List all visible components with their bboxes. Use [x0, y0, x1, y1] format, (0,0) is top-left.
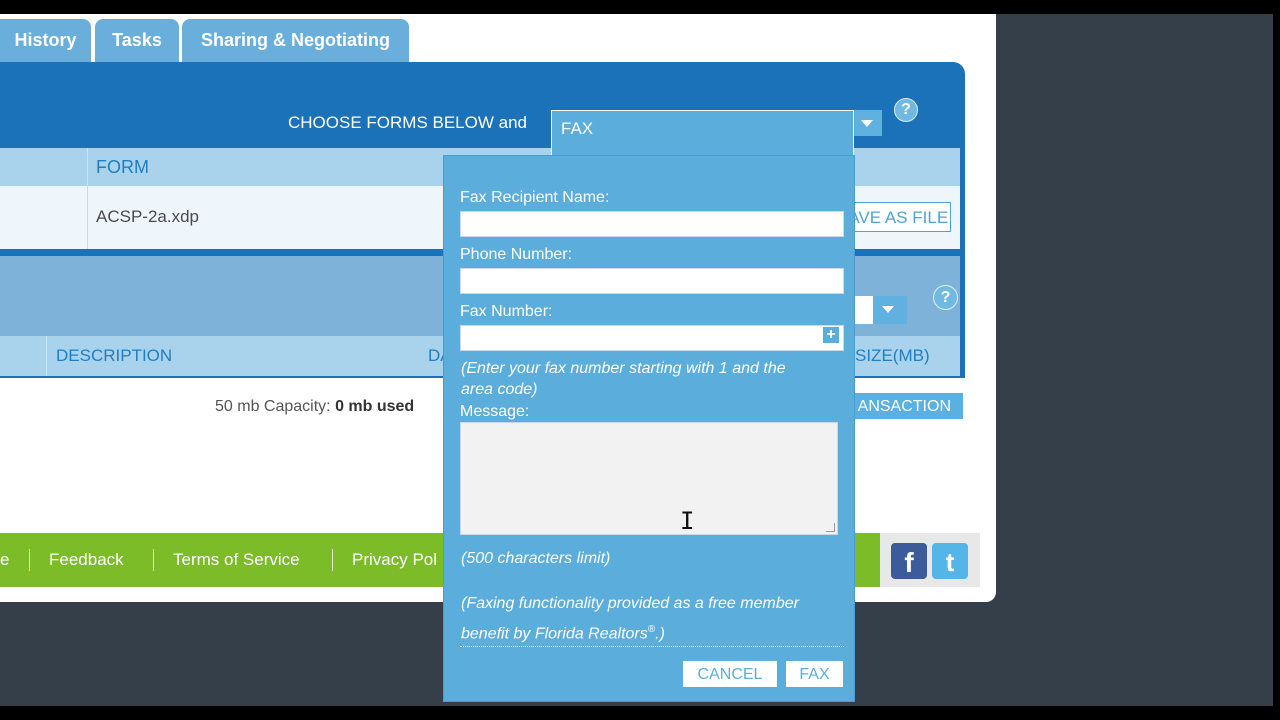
capacity-indicator: 50 mb Capacity: 0 mb used	[215, 398, 414, 416]
form-name-cell[interactable]: ACSP-2a.xdp	[96, 207, 199, 227]
action-select[interactable]: FAX	[551, 110, 854, 156]
footer-divider	[29, 549, 30, 571]
transaction-button[interactable]: ANSACTION	[848, 393, 963, 419]
benefit-end: .)	[655, 625, 665, 643]
phone-number-input[interactable]	[460, 268, 844, 294]
message-textarea[interactable]	[460, 422, 838, 535]
fax-hint-line1: (Enter your fax number starting with 1 a…	[461, 360, 786, 377]
twitter-icon[interactable]: t	[932, 543, 968, 579]
fax-recipient-label: Fax Recipient Name:	[460, 189, 610, 206]
character-limit-note: (500 characters limit)	[461, 550, 611, 567]
footer-divider	[153, 549, 154, 571]
fax-recipient-input[interactable]	[460, 211, 844, 237]
document-action-select[interactable]	[852, 296, 874, 324]
help-icon[interactable]: ?	[894, 98, 918, 122]
form-column-header: FORM	[96, 157, 149, 177]
fax-number-hint: (Enter your fax number starting with 1 a…	[461, 358, 786, 400]
phone-number-label: Phone Number:	[460, 246, 573, 263]
footer-divider	[332, 549, 333, 571]
chevron-down-icon[interactable]	[852, 110, 882, 136]
message-label: Message:	[460, 403, 530, 420]
description-column-header[interactable]: DESCRIPTION	[56, 346, 172, 366]
tab-tasks[interactable]: Tasks	[95, 19, 179, 62]
fax-number-label: Fax Number:	[460, 303, 553, 320]
capacity-used: 0 mb used	[335, 398, 415, 415]
column-divider	[87, 186, 88, 249]
top-black-bar	[0, 0, 1280, 14]
footer-link-partial[interactable]: e	[0, 550, 9, 570]
capacity-label: 50 mb Capacity:	[215, 398, 331, 415]
benefit-line2: benefit by Florida Realtors	[461, 625, 648, 643]
fax-number-input[interactable]	[460, 325, 844, 351]
plus-icon[interactable]: +	[823, 327, 839, 343]
column-divider	[87, 148, 88, 186]
chevron-down-icon[interactable]	[872, 296, 907, 324]
column-divider	[46, 336, 47, 376]
text-cursor-icon: I	[680, 507, 695, 535]
benefit-note: (Faxing functionality provided as a free…	[461, 591, 799, 647]
facebook-icon[interactable]: f	[891, 543, 927, 579]
footer-link-privacy[interactable]: Privacy Pol	[352, 550, 437, 570]
bottom-black-bar	[0, 706, 1280, 720]
footer-link-terms[interactable]: Terms of Service	[173, 550, 300, 570]
tab-history[interactable]: History	[0, 19, 91, 62]
fax-send-button[interactable]: FAX	[786, 661, 843, 687]
help-icon[interactable]: ?	[933, 285, 958, 310]
choose-forms-label: CHOOSE FORMS BELOW and	[288, 113, 527, 132]
fax-hint-line2: area code)	[461, 381, 538, 398]
size-column-header[interactable]: SIZE(MB)	[855, 346, 930, 366]
benefit-line1: (Faxing functionality provided as a free…	[461, 595, 799, 612]
resize-grip-icon[interactable]	[826, 523, 835, 532]
tab-sharing-negotiating[interactable]: Sharing & Negotiating	[182, 19, 409, 62]
footer-link-feedback[interactable]: Feedback	[49, 550, 124, 570]
cancel-button[interactable]: CANCEL	[683, 661, 777, 687]
dialog-divider	[460, 646, 844, 647]
right-black-strip	[1273, 14, 1280, 706]
